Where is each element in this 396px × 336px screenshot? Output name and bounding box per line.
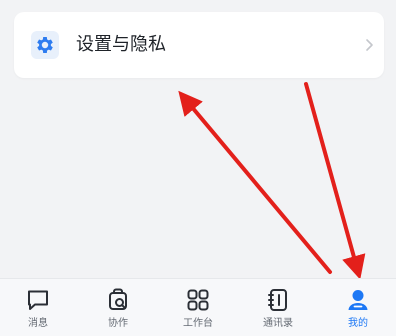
tab-label: 工作台 — [183, 318, 213, 329]
tab-label: 通讯录 — [263, 318, 293, 329]
tab-label: 消息 — [28, 318, 48, 329]
tab-label: 我的 — [348, 318, 368, 329]
collaboration-icon — [109, 288, 127, 310]
tab-workbench[interactable]: 工作台 — [170, 287, 226, 335]
tab-contacts[interactable]: 通讯录 — [250, 287, 306, 335]
bottom-tab-bar: 消息 协作 工作台 通讯录 我的 — [0, 278, 396, 336]
workbench-icon — [187, 289, 209, 311]
chevron-right-icon — [366, 39, 373, 51]
annotation-arrow-to-profile-tab — [304, 82, 366, 280]
tab-collaboration[interactable]: 协作 — [90, 287, 146, 335]
settings-privacy-label: 设置与隐私 — [76, 34, 166, 55]
message-icon — [28, 290, 48, 310]
annotation-arrow-to-settings — [178, 90, 332, 274]
contacts-icon — [268, 289, 287, 311]
page: 设置与隐私 消息 协作 工作台 通讯录 我的 — [0, 0, 396, 336]
tab-label: 协作 — [108, 318, 128, 329]
gear-icon — [37, 37, 53, 53]
profile-icon — [348, 290, 368, 310]
tab-profile[interactable]: 我的 — [330, 287, 386, 335]
tab-messages[interactable]: 消息 — [10, 287, 66, 335]
settings-privacy-item[interactable]: 设置与隐私 — [14, 12, 384, 78]
settings-icon-box — [31, 31, 59, 59]
